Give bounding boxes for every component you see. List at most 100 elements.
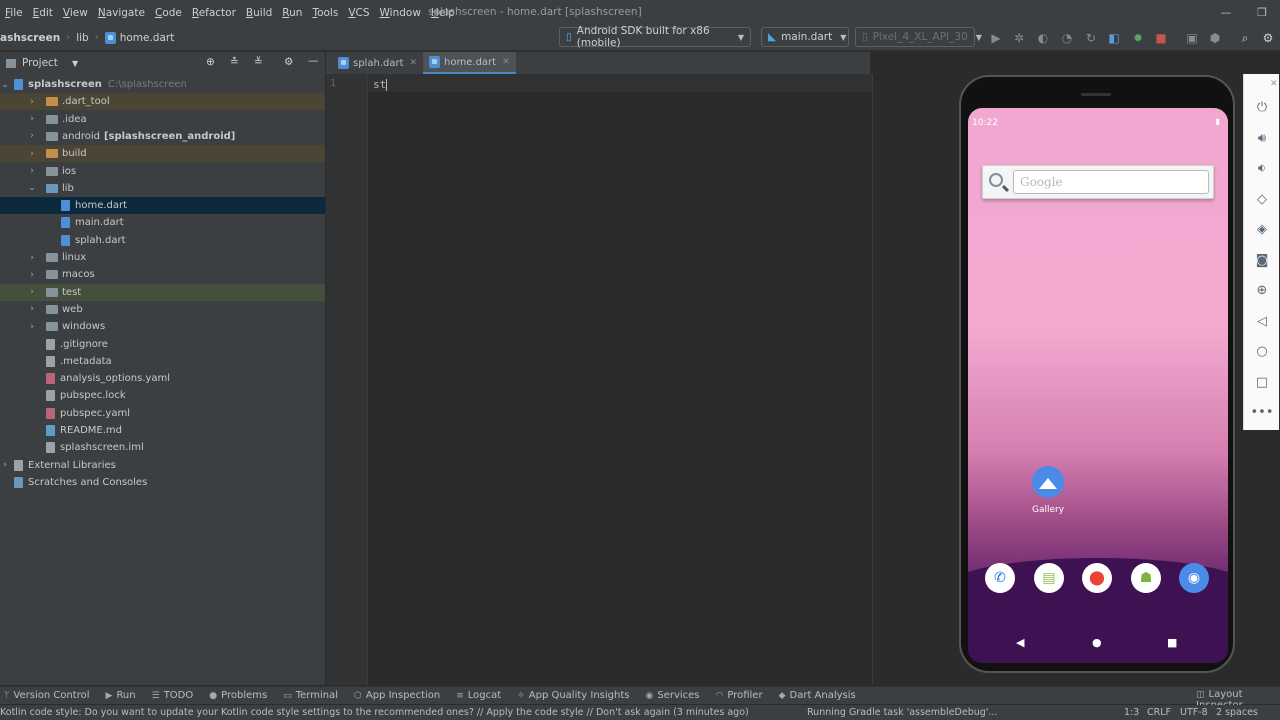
chevron-right-icon[interactable]: ›	[27, 287, 37, 297]
menu-view[interactable]: View	[58, 7, 93, 19]
menu-window[interactable]: Window	[375, 7, 426, 19]
tree-item[interactable]: › ios	[0, 163, 325, 180]
device-selector[interactable]: ▯ Android SDK built for x86 (mobile) ▼	[559, 25, 751, 49]
tree-item[interactable]: › test	[0, 283, 325, 301]
tree-item[interactable]: ⌄ lib	[0, 180, 325, 197]
tool-todo-button[interactable]: ☰ TODO	[152, 690, 194, 701]
back-nav-icon[interactable]: ◀	[1016, 636, 1024, 649]
attach-debugger-icon[interactable]: ◧	[1106, 30, 1122, 46]
coverage-icon[interactable]: ◐	[1035, 30, 1051, 46]
chevron-right-icon[interactable]: ›	[27, 131, 37, 141]
tree-item[interactable]: pubspec.yaml	[0, 405, 325, 422]
status-message[interactable]: Kotlin code style: Do you want to update…	[0, 707, 749, 718]
tree-item[interactable]: README.md	[0, 422, 325, 439]
tree-item[interactable]: home.dart	[0, 197, 325, 215]
rotate-left-icon[interactable]: ◇	[1254, 191, 1270, 207]
avd-selector[interactable]: ▯ Pixel_4_XL_API_30 ▼	[855, 27, 982, 47]
menu-file[interactable]: File	[0, 7, 28, 19]
tree-item[interactable]: › macos	[0, 266, 325, 283]
tree-item[interactable]: › .dart_tool	[0, 93, 325, 111]
tool-services-button[interactable]: ◉ Services	[645, 690, 699, 701]
menu-edit[interactable]: Edit	[28, 7, 58, 19]
tree-item[interactable]: .gitignore	[0, 336, 325, 353]
search-icon[interactable]: ⌕	[1237, 30, 1253, 46]
tool-version-control-button[interactable]: ᛘ Version Control	[4, 690, 90, 701]
tool-dart-analysis-button[interactable]: ◆ Dart Analysis	[779, 690, 856, 701]
maps-icon[interactable]: ⬤	[1082, 563, 1112, 593]
chevron-right-icon[interactable]: ›	[27, 304, 37, 314]
line-separator[interactable]: CRLF	[1147, 707, 1171, 718]
debug-icon[interactable]: ✲	[1011, 30, 1027, 46]
caret-position[interactable]: 1:3	[1124, 707, 1139, 718]
more-icon[interactable]: •••	[1251, 404, 1274, 420]
gallery-app-icon[interactable]	[1032, 466, 1064, 498]
chevron-right-icon[interactable]: ›	[27, 114, 37, 124]
hide-panel-icon[interactable]: —	[308, 55, 319, 67]
tool-terminal-button[interactable]: ▭ Terminal	[283, 690, 338, 701]
tree-item[interactable]: splah.dart	[0, 232, 325, 249]
tree-item[interactable]: › web	[0, 301, 325, 318]
menu-navigate[interactable]: Navigate	[93, 7, 150, 19]
tree-item[interactable]: › External Libraries	[0, 457, 325, 474]
chevron-down-icon[interactable]: ⌄	[0, 80, 10, 90]
code-editor[interactable]: st	[368, 74, 873, 685]
chevron-right-icon[interactable]: ›	[27, 149, 37, 159]
menu-build[interactable]: Build	[241, 7, 277, 19]
chevron-right-icon[interactable]: ›	[27, 322, 37, 332]
gear-icon[interactable]: ⚙	[284, 56, 293, 68]
chevron-down-icon[interactable]: ⌄	[27, 183, 37, 193]
close-icon[interactable]: ✕	[502, 57, 510, 67]
collapse-all-icon[interactable]: ≚	[254, 56, 263, 68]
breadcrumb-project[interactable]: ashscreen	[0, 32, 60, 44]
restore-button[interactable]: ❐	[1244, 0, 1280, 25]
menu-code[interactable]: Code	[150, 7, 187, 19]
stop-icon[interactable]: ■	[1153, 30, 1169, 46]
emulator-screen[interactable]: 10:22 ▮ Google Gallery ✆ ▤ ⬤ ☗ ◉ ◀ ● ■	[968, 108, 1228, 663]
home-nav-icon[interactable]: ●	[1092, 636, 1102, 649]
google-search-input[interactable]: Google	[1013, 170, 1209, 194]
volume-up-icon[interactable]: 🔊︎	[1254, 130, 1270, 146]
tree-item[interactable]: main.dart	[0, 214, 325, 231]
tree-item[interactable]: › windows	[0, 318, 325, 335]
tool-problems-button[interactable]: ● Problems	[209, 690, 267, 701]
google-search-widget[interactable]: Google	[982, 165, 1214, 199]
tree-item[interactable]: ⌄ splashscreen C:\splashscreen	[0, 76, 325, 93]
code-line[interactable]: st	[373, 78, 388, 91]
run-icon[interactable]: ▶	[988, 30, 1004, 46]
power-icon[interactable]: ⏻	[1254, 99, 1270, 115]
tab-splah-dart[interactable]: splah.dart ✕	[332, 52, 423, 74]
menu-tools[interactable]: Tools	[307, 7, 343, 19]
volume-down-icon[interactable]: 🔉︎	[1254, 160, 1270, 176]
gradle-task-status[interactable]: Running Gradle task 'assembleDebug'...	[807, 707, 997, 718]
tree-item[interactable]: › build	[0, 145, 325, 163]
screenshot-icon[interactable]: ◙	[1254, 252, 1270, 268]
tool-logcat-button[interactable]: ≡ Logcat	[456, 690, 501, 701]
back-icon[interactable]: ◁	[1254, 313, 1270, 329]
settings-icon[interactable]: ⚙	[1260, 30, 1276, 46]
tool-app-quality-insights-button[interactable]: ✧ App Quality Insights	[517, 690, 629, 701]
file-encoding[interactable]: UTF-8	[1180, 707, 1208, 718]
android-icon[interactable]: ☗	[1131, 563, 1161, 593]
tree-item[interactable]: › linux	[0, 249, 325, 266]
tree-item[interactable]: .metadata	[0, 353, 325, 370]
recents-nav-icon[interactable]: ■	[1167, 636, 1177, 649]
menu-run[interactable]: Run	[277, 7, 307, 19]
chevron-right-icon[interactable]: ›	[27, 270, 37, 280]
device-manager-icon[interactable]: ▣	[1184, 30, 1200, 46]
tree-item[interactable]: pubspec.lock	[0, 387, 325, 404]
overview-icon[interactable]: □	[1254, 374, 1270, 390]
chevron-right-icon[interactable]: ›	[27, 166, 37, 176]
chevron-down-icon[interactable]: ▼	[72, 59, 78, 68]
locate-icon[interactable]: ⊕	[206, 56, 215, 68]
tree-item[interactable]: analysis_options.yaml	[0, 370, 325, 387]
indent-setting[interactable]: 2 spaces	[1216, 707, 1258, 718]
minimize-button[interactable]: —	[1208, 0, 1244, 25]
home-icon[interactable]: ○	[1254, 343, 1270, 359]
tool-run-button[interactable]: ▶ Run	[106, 690, 136, 701]
store-icon[interactable]: ▤	[1034, 563, 1064, 593]
menu-refactor[interactable]: Refactor	[187, 7, 241, 19]
zoom-icon[interactable]: ⊕	[1254, 282, 1270, 298]
sdk-manager-icon[interactable]: ⬢	[1207, 30, 1223, 46]
chevron-right-icon[interactable]: ›	[27, 97, 37, 107]
tree-item[interactable]: Scratches and Consoles	[0, 474, 325, 491]
